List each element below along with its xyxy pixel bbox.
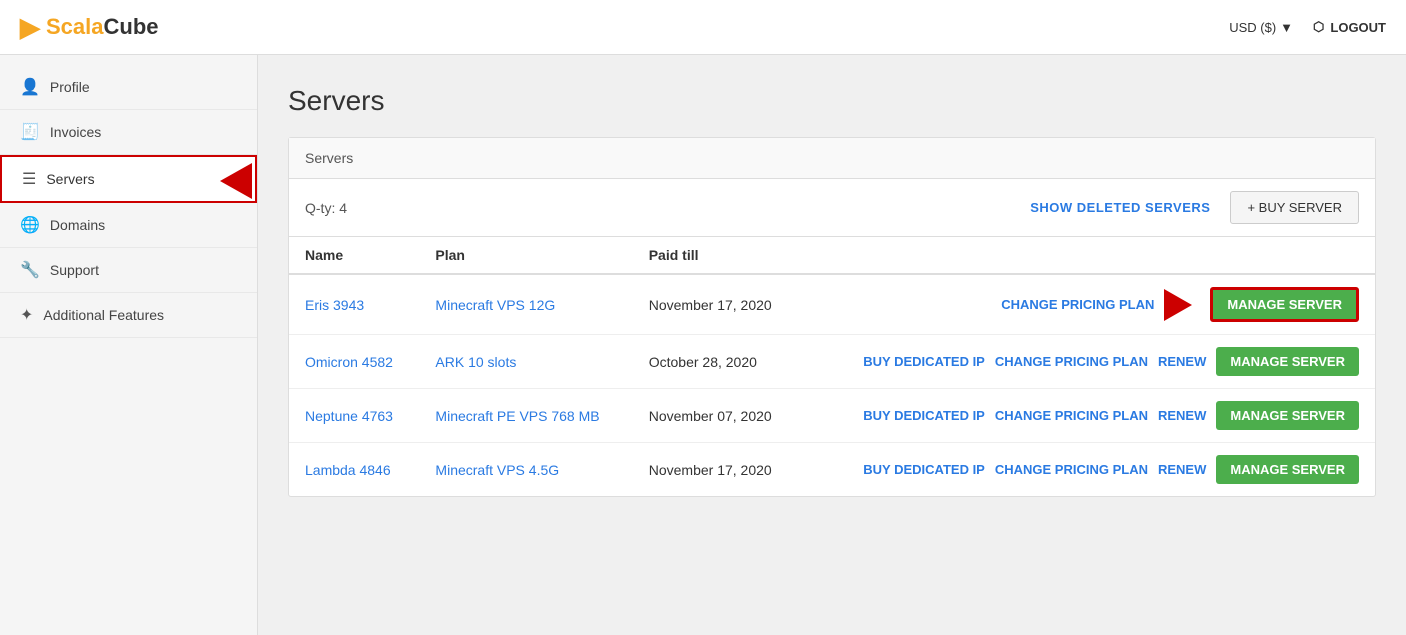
server-actions-cell: BUY DEDICATED IP CHANGE PRICING PLAN RENEW… (801, 443, 1375, 497)
server-name-cell: Lambda 4846 (289, 443, 419, 497)
action-cell: BUY DEDICATED IP CHANGE PRICING PLAN RENEW… (817, 347, 1359, 376)
change-pricing-plan-button[interactable]: CHANGE PRICING PLAN (1001, 297, 1154, 312)
col-name: Name (289, 237, 419, 274)
card-header: Servers (289, 138, 1375, 179)
buy-server-button[interactable]: + BUY SERVER (1230, 191, 1359, 224)
servers-icon: ☰ (22, 169, 36, 189)
server-plan-link[interactable]: Minecraft VPS 4.5G (435, 462, 559, 478)
action-cell: BUY DEDICATED IP CHANGE PRICING PLAN RENEW… (817, 455, 1359, 484)
change-pricing-plan-button[interactable]: CHANGE PRICING PLAN (995, 408, 1148, 423)
renew-button[interactable]: RENEW (1158, 408, 1206, 423)
server-name-link[interactable]: Omicron 4582 (305, 354, 393, 370)
invoices-icon: 🧾 (20, 122, 40, 142)
profile-icon: 👤 (20, 77, 40, 97)
renew-button[interactable]: RENEW (1158, 462, 1206, 477)
header: ▶ ScalaCube USD ($) ▼ ⬡ LOGOUT (0, 0, 1406, 55)
sidebar-item-label: Servers (46, 171, 94, 187)
server-plan-cell: Minecraft PE VPS 768 MB (419, 389, 632, 443)
server-plan-link[interactable]: ARK 10 slots (435, 354, 516, 370)
action-cell: CHANGE PRICING PLAN MANAGE SERVER (817, 287, 1359, 322)
server-actions-cell: CHANGE PRICING PLAN MANAGE SERVER (801, 274, 1375, 335)
logout-icon: ⬡ (1313, 19, 1324, 35)
logout-label: LOGOUT (1330, 20, 1386, 35)
main-content: Servers Servers Q-ty: 4 SHOW DELETED SER… (258, 55, 1406, 635)
server-name-cell: Omicron 4582 (289, 335, 419, 389)
domains-icon: 🌐 (20, 215, 40, 235)
sidebar-item-label: Additional Features (43, 307, 164, 323)
table-row: Omicron 4582 ARK 10 slots October 28, 2020… (289, 335, 1375, 389)
col-plan: Plan (419, 237, 632, 274)
sidebar-item-servers[interactable]: ☰ Servers (0, 155, 257, 203)
sidebar-item-label: Support (50, 262, 99, 278)
server-paid-till-cell: October 28, 2020 (633, 335, 801, 389)
sidebar-item-invoices[interactable]: 🧾 Invoices (0, 110, 257, 155)
table-row: Eris 3943 Minecraft VPS 12G November 17, 2… (289, 274, 1375, 335)
sidebar-item-label: Invoices (50, 124, 101, 140)
buy-dedicated-ip-button[interactable]: BUY DEDICATED IP (863, 354, 985, 369)
manage-server-button[interactable]: MANAGE SERVER (1216, 455, 1359, 484)
page-title: Servers (288, 85, 1376, 117)
table-row: Neptune 4763 Minecraft PE VPS 768 MB Novem… (289, 389, 1375, 443)
currency-selector[interactable]: USD ($) ▼ (1229, 20, 1293, 35)
servers-card: Servers Q-ty: 4 SHOW DELETED SERVERS + B… (288, 137, 1376, 497)
server-actions-cell: BUY DEDICATED IP CHANGE PRICING PLAN RENEW… (801, 389, 1375, 443)
logo-scala: Scala (46, 14, 104, 40)
server-name-link[interactable]: Lambda 4846 (305, 462, 391, 478)
currency-dropdown-icon: ▼ (1280, 20, 1293, 35)
additional-features-icon: ✦ (20, 305, 33, 325)
server-name-cell: Neptune 4763 (289, 389, 419, 443)
servers-table: Name Plan Paid till Eris 3943 Minecraft V… (289, 237, 1375, 496)
col-paid-till: Paid till (633, 237, 801, 274)
server-actions-cell: BUY DEDICATED IP CHANGE PRICING PLAN RENEW… (801, 335, 1375, 389)
show-deleted-button[interactable]: SHOW DELETED SERVERS (1030, 200, 1210, 215)
sidebar-item-additional-features[interactable]: ✦ Additional Features (0, 293, 257, 338)
header-right: USD ($) ▼ ⬡ LOGOUT (1229, 19, 1386, 35)
layout: 👤 Profile 🧾 Invoices ☰ Servers 🌐 Domains… (0, 55, 1406, 635)
sidebar-arrow-annotation (220, 163, 252, 199)
change-pricing-plan-button[interactable]: CHANGE PRICING PLAN (995, 354, 1148, 369)
buy-dedicated-ip-button[interactable]: BUY DEDICATED IP (863, 462, 985, 477)
manage-server-button[interactable]: MANAGE SERVER (1216, 347, 1359, 376)
sidebar-item-profile[interactable]: 👤 Profile (0, 65, 257, 110)
sidebar-item-domains[interactable]: 🌐 Domains (0, 203, 257, 248)
server-paid-till-cell: November 17, 2020 (633, 274, 801, 335)
server-plan-link[interactable]: Minecraft VPS 12G (435, 297, 555, 313)
col-actions (801, 237, 1375, 274)
sidebar-item-label: Profile (50, 79, 90, 95)
action-cell: BUY DEDICATED IP CHANGE PRICING PLAN RENEW… (817, 401, 1359, 430)
manage-server-button[interactable]: MANAGE SERVER (1216, 401, 1359, 430)
sidebar-item-support[interactable]: 🔧 Support (0, 248, 257, 293)
buy-dedicated-ip-button[interactable]: BUY DEDICATED IP (863, 408, 985, 423)
currency-label: USD ($) (1229, 20, 1276, 35)
server-plan-cell: ARK 10 slots (419, 335, 632, 389)
server-plan-link[interactable]: Minecraft PE VPS 768 MB (435, 408, 599, 424)
table-header-row: Name Plan Paid till (289, 237, 1375, 274)
support-icon: 🔧 (20, 260, 40, 280)
server-paid-till-cell: November 07, 2020 (633, 389, 801, 443)
logout-button[interactable]: ⬡ LOGOUT (1313, 19, 1386, 35)
manage-server-button[interactable]: MANAGE SERVER (1210, 287, 1359, 322)
server-name-cell: Eris 3943 (289, 274, 419, 335)
change-pricing-plan-button[interactable]: CHANGE PRICING PLAN (995, 462, 1148, 477)
qty-label: Q-ty: 4 (305, 200, 347, 216)
logo-cube: Cube (104, 14, 159, 40)
server-plan-cell: Minecraft VPS 4.5G (419, 443, 632, 497)
toolbar-row: Q-ty: 4 SHOW DELETED SERVERS + BUY SERVE… (289, 179, 1375, 237)
sidebar: 👤 Profile 🧾 Invoices ☰ Servers 🌐 Domains… (0, 55, 258, 635)
left-arrow-icon (220, 163, 252, 199)
logo-icon: ▶ (20, 12, 40, 43)
server-paid-till-cell: November 17, 2020 (633, 443, 801, 497)
server-plan-cell: Minecraft VPS 12G (419, 274, 632, 335)
table-row: Lambda 4846 Minecraft VPS 4.5G November 17… (289, 443, 1375, 497)
sidebar-item-label: Domains (50, 217, 105, 233)
manage-server-arrow-icon (1164, 289, 1192, 321)
renew-button[interactable]: RENEW (1158, 354, 1206, 369)
server-name-link[interactable]: Eris 3943 (305, 297, 364, 313)
logo: ▶ ScalaCube (20, 12, 159, 43)
server-name-link[interactable]: Neptune 4763 (305, 408, 393, 424)
